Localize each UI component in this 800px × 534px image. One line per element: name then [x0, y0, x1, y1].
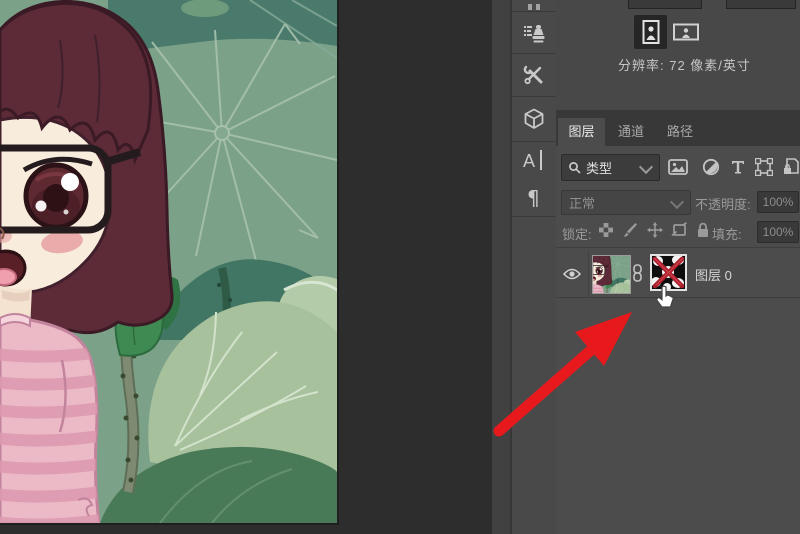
tool-presets-panel-button[interactable] [512, 54, 556, 96]
shape-frame-icon [755, 158, 773, 176]
lock-icon [698, 222, 708, 237]
chevron-down-icon [638, 159, 654, 175]
lock-label: 锁定: [562, 227, 592, 242]
layer-visibility-toggle[interactable] [556, 250, 589, 297]
fill-value-field[interactable]: 100% [757, 221, 799, 243]
layer-thumbnail-image [593, 256, 630, 293]
filter-pixel-layers-button[interactable] [666, 156, 690, 178]
mask-link-icon[interactable] [632, 264, 643, 287]
eye-icon [563, 268, 581, 279]
lock-position-button[interactable] [644, 219, 666, 241]
image-icon [668, 159, 688, 175]
3d-panel-button[interactable] [512, 97, 556, 141]
panel-dock-gutter [492, 0, 512, 534]
filter-type-layers-button[interactable] [726, 156, 750, 178]
blend-mode-value: 正常 [569, 196, 596, 211]
landscape-orientation-icon [673, 23, 699, 41]
photoshop-window: A ¶ 分辨率: 72 像素/英寸 图层 通道 路径 类型 正常 不透明度: 1… [0, 0, 800, 534]
disabled-mask-image [651, 255, 685, 291]
paragraph-panel-button[interactable]: ¶ [512, 178, 556, 216]
artwork-illustration [0, 0, 337, 523]
lock-transparency-button[interactable] [595, 219, 617, 241]
lock-all-button[interactable] [692, 219, 714, 241]
clipped-panel-icon[interactable] [512, 0, 556, 11]
chain-glyph [633, 264, 642, 282]
layers-panel-tabbar: 图层 通道 路径 [556, 110, 800, 146]
clone-source-icon [524, 24, 545, 42]
type-T-icon [732, 161, 744, 174]
paragraph-icon: ¶ [527, 186, 540, 209]
adjustment-circle-icon [702, 158, 720, 176]
clone-source-panel-button[interactable] [512, 12, 556, 53]
filter-kind-label: 类型 [586, 161, 613, 176]
filter-adjustment-layers-button[interactable] [699, 156, 723, 178]
lock-artboard-button[interactable] [668, 219, 690, 241]
opacity-label: 不透明度: [695, 197, 751, 212]
artboard-frame-icon [670, 222, 687, 237]
document-canvas[interactable] [0, 0, 339, 525]
layer-name: 图层 0 [695, 268, 732, 283]
fill-label: 填充: [712, 227, 742, 242]
panel-icon-dock: A ¶ [512, 0, 557, 534]
blend-mode-dropdown[interactable]: 正常 [561, 190, 691, 215]
brush-icon [623, 223, 637, 237]
filter-shape-layers-button[interactable] [752, 156, 776, 178]
orientation-landscape-button[interactable] [669, 15, 703, 49]
resolution-readout: 分辨率: 72 像素/英寸 [618, 58, 751, 73]
chevron-down-icon [669, 194, 685, 210]
character-icon: A [523, 150, 542, 171]
smart-object-lock-icon [784, 158, 799, 174]
move-arrows-icon [647, 222, 663, 238]
layer-row[interactable]: 图层 0 [556, 250, 800, 297]
tool-presets-icon [523, 65, 543, 85]
clipped-input-field[interactable] [628, 0, 702, 9]
right-panel-area: 分辨率: 72 像素/英寸 图层 通道 路径 类型 正常 不透明度: 100% … [556, 0, 800, 534]
svg-text:¶: ¶ [527, 186, 540, 209]
layer-filter-kind-dropdown[interactable]: 类型 [561, 154, 660, 181]
checkerboard-icon [599, 223, 613, 237]
search-icon [569, 161, 581, 174]
tab-paths[interactable]: 路径 [657, 118, 703, 146]
partial-icon [528, 3, 540, 10]
svg-text:A: A [523, 151, 535, 171]
tab-layers[interactable]: 图层 [558, 118, 605, 146]
clipped-input-field[interactable] [726, 0, 796, 9]
character-panel-button[interactable]: A [512, 142, 556, 178]
lock-pixels-button[interactable] [619, 219, 641, 241]
layer-mask-thumbnail-disabled[interactable] [650, 254, 687, 291]
layer-thumbnail[interactable] [592, 255, 631, 294]
portrait-orientation-icon [642, 20, 659, 44]
orientation-portrait-button[interactable] [634, 15, 667, 49]
layers-panel-body: 类型 正常 不透明度: 100% 锁定: 填充: 100% 图层 0 [556, 146, 800, 534]
3d-cube-icon [524, 108, 544, 129]
tab-channels[interactable]: 通道 [607, 118, 655, 146]
filter-smart-objects-button[interactable] [779, 156, 800, 178]
opacity-value-field[interactable]: 100% [757, 191, 799, 213]
